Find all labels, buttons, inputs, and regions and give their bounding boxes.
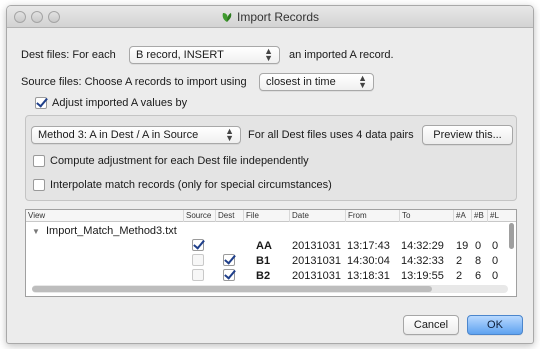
method-value: Method 3: A in Dest / A in Source [38, 129, 199, 141]
row-to: 14:32:33 [401, 255, 444, 267]
row-file: B1 [256, 255, 271, 267]
column-header-source[interactable]: Source [184, 210, 216, 222]
records-table[interactable]: View Source Dest File Date From To #A #B… [25, 209, 517, 297]
dest-files-suffix: an imported A record. [289, 49, 394, 61]
group-name: Import_Match_Method3.txt [46, 225, 177, 237]
horizontal-scroll-thumb[interactable] [32, 286, 432, 292]
row-file: B2 [256, 270, 271, 282]
method-info-text: For all Dest files uses 4 data pairs [248, 129, 414, 141]
ok-button[interactable]: OK [467, 315, 523, 335]
window-title: Import Records [7, 10, 533, 24]
row-from: 14:30:04 [347, 255, 390, 267]
row-count-b: 6 [475, 270, 482, 282]
popup-arrows-icon: ▲ ▼ [358, 73, 367, 90]
row-file: AA [256, 240, 272, 252]
source-match-popup[interactable]: closest in time ▲ ▼ [259, 73, 374, 91]
row-to: 13:19:55 [401, 270, 444, 282]
import-records-window: Import Records Dest files: For each B re… [6, 5, 534, 344]
interpolate-checkbox[interactable] [33, 179, 45, 191]
source-files-label: Source files: Choose A records to import… [21, 76, 247, 88]
row-count-a: 2 [456, 270, 463, 282]
window-title-text: Import Records [236, 10, 320, 24]
row-count-l: 0 [492, 270, 499, 282]
row-source-checkbox[interactable] [192, 269, 204, 281]
interpolate-label: Interpolate match records (only for spec… [50, 179, 332, 191]
row-dest-checkbox[interactable] [223, 269, 235, 281]
row-count-a: 19 [456, 240, 469, 252]
row-date: 20131031 [292, 270, 341, 282]
row-to: 14:32:29 [401, 240, 444, 252]
vertical-scrollbar[interactable] [509, 223, 515, 283]
row-source-checkbox[interactable] [192, 239, 204, 251]
dest-mode-value: B record, INSERT [136, 49, 224, 61]
row-count-b: 0 [475, 240, 482, 252]
row-count-l: 0 [492, 240, 499, 252]
column-header-view[interactable]: View [26, 210, 184, 222]
column-header-a[interactable]: #A [454, 210, 472, 222]
row-count-l: 0 [492, 255, 499, 267]
popup-arrows-icon: ▲ ▼ [264, 46, 273, 63]
dest-files-label: Dest files: For each [21, 49, 116, 61]
app-leaf-icon [222, 13, 232, 22]
row-count-a: 2 [456, 255, 463, 267]
row-from: 13:17:43 [347, 240, 390, 252]
column-header-from[interactable]: From [346, 210, 400, 222]
vertical-scroll-thumb[interactable] [509, 223, 514, 249]
row-dest-checkbox[interactable] [223, 254, 235, 266]
column-header-date[interactable]: Date [290, 210, 346, 222]
title-bar: Import Records [7, 6, 533, 28]
adjustment-options-group: Method 3: A in Dest / A in Source ▲ ▼ For… [25, 115, 517, 201]
column-header-to[interactable]: To [400, 210, 454, 222]
adjust-values-label: Adjust imported A values by [52, 97, 188, 109]
row-source-checkbox[interactable] [192, 254, 204, 266]
row-date: 20131031 [292, 255, 341, 267]
popup-arrows-icon: ▲ ▼ [225, 126, 234, 143]
adjust-values-checkbox[interactable] [35, 97, 47, 109]
column-header-b[interactable]: #B [472, 210, 488, 222]
cancel-button[interactable]: Cancel [403, 315, 459, 335]
source-match-value: closest in time [266, 76, 336, 88]
row-count-b: 8 [475, 255, 482, 267]
column-header-file[interactable]: File [244, 210, 290, 222]
compute-independently-label: Compute adjustment for each Dest file in… [50, 155, 309, 167]
method-popup[interactable]: Method 3: A in Dest / A in Source ▲ ▼ [31, 126, 241, 144]
disclosure-triangle-icon[interactable]: ▼ [32, 227, 40, 236]
dest-mode-popup[interactable]: B record, INSERT ▲ ▼ [129, 46, 280, 64]
column-header-dest[interactable]: Dest [216, 210, 244, 222]
horizontal-scrollbar[interactable] [32, 285, 508, 293]
row-from: 13:18:31 [347, 270, 390, 282]
row-date: 20131031 [292, 240, 341, 252]
compute-independently-checkbox[interactable] [33, 155, 45, 167]
preview-button[interactable]: Preview this... [422, 125, 513, 145]
column-header-l[interactable]: #L [488, 210, 510, 222]
table-header: View Source Dest File Date From To #A #B… [26, 210, 516, 222]
